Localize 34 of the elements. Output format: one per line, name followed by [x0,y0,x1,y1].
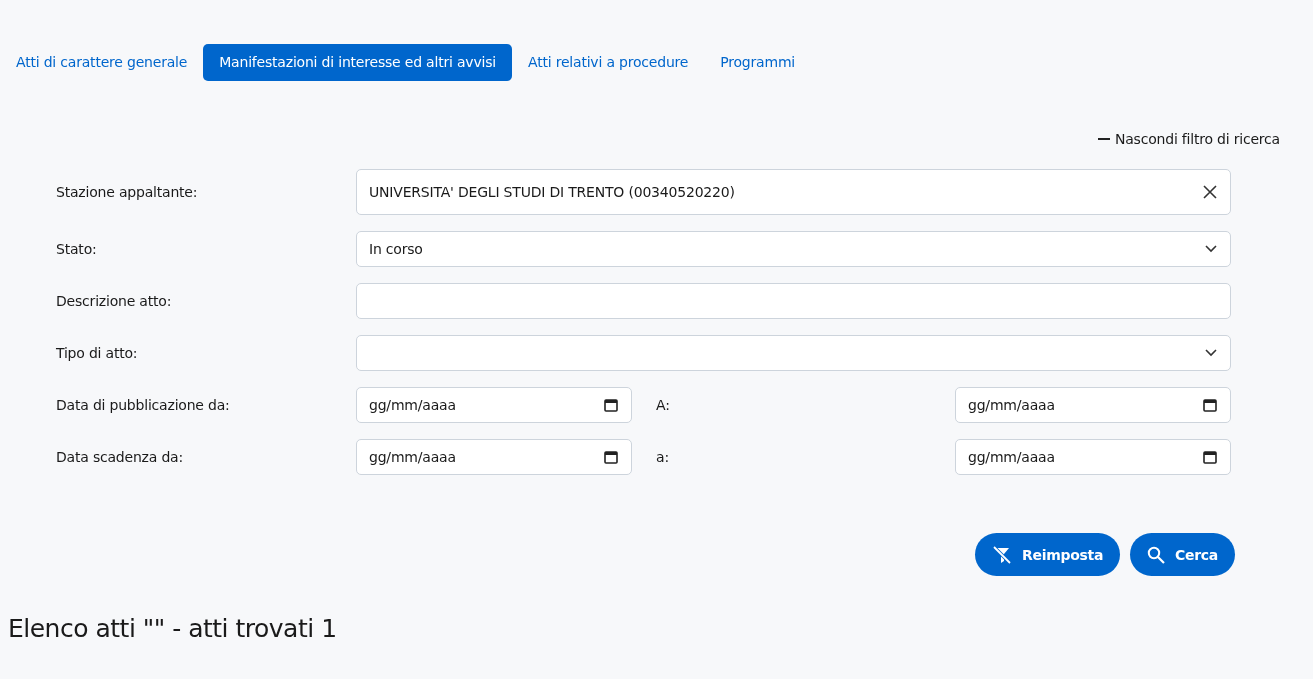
calendar-icon[interactable] [1203,450,1217,464]
field-label: a: [655,449,670,465]
minus-icon [1097,138,1110,140]
field-label: Descrizione atto: [56,293,173,309]
search-icon [1147,545,1166,564]
date-field[interactable]: gg/mm/aaaa [356,439,632,475]
input-field[interactable] [356,283,1231,319]
field-label: A: [655,397,671,413]
field-label: Data scadenza da: [56,449,184,465]
tab[interactable]: Programmi [704,44,812,81]
chevron-down-icon [1205,349,1217,357]
field-label: Data di pubblicazione da: [56,397,231,413]
field-label: Stazione appaltante: [56,184,199,200]
chevron-down-icon [1205,245,1217,253]
select-field[interactable] [356,335,1231,371]
select-field[interactable]: In corso [356,231,1231,267]
tab[interactable]: Manifestazioni di interesse ed altri avvisi [203,44,512,81]
date-field[interactable]: gg/mm/aaaa [955,387,1231,423]
date-field[interactable]: gg/mm/aaaa [955,439,1231,475]
calendar-icon[interactable] [604,398,618,412]
reset-button[interactable]: Reimposta [975,533,1121,576]
tab[interactable]: Atti di carattere generale [0,44,204,81]
date-field[interactable]: gg/mm/aaaa [356,387,632,423]
tab[interactable]: Atti relativi a procedure [512,44,705,81]
clear-icon[interactable] [1203,185,1217,199]
field-label: Tipo di atto: [56,345,139,361]
select-field[interactable]: UNIVERSITA' DEGLI STUDI DI TRENTO (00340520220) [356,169,1231,215]
results-heading: Elenco atti "" - atti trovati 1 [8,614,338,643]
field-label: Stato: [56,241,98,257]
search-button[interactable]: Cerca [1130,533,1235,576]
filter-toggle-link[interactable]: Nascondi filtro di ricerca [1097,131,1280,147]
calendar-icon[interactable] [1203,398,1217,412]
calendar-icon[interactable] [604,450,618,464]
filter-off-icon [992,544,1012,565]
